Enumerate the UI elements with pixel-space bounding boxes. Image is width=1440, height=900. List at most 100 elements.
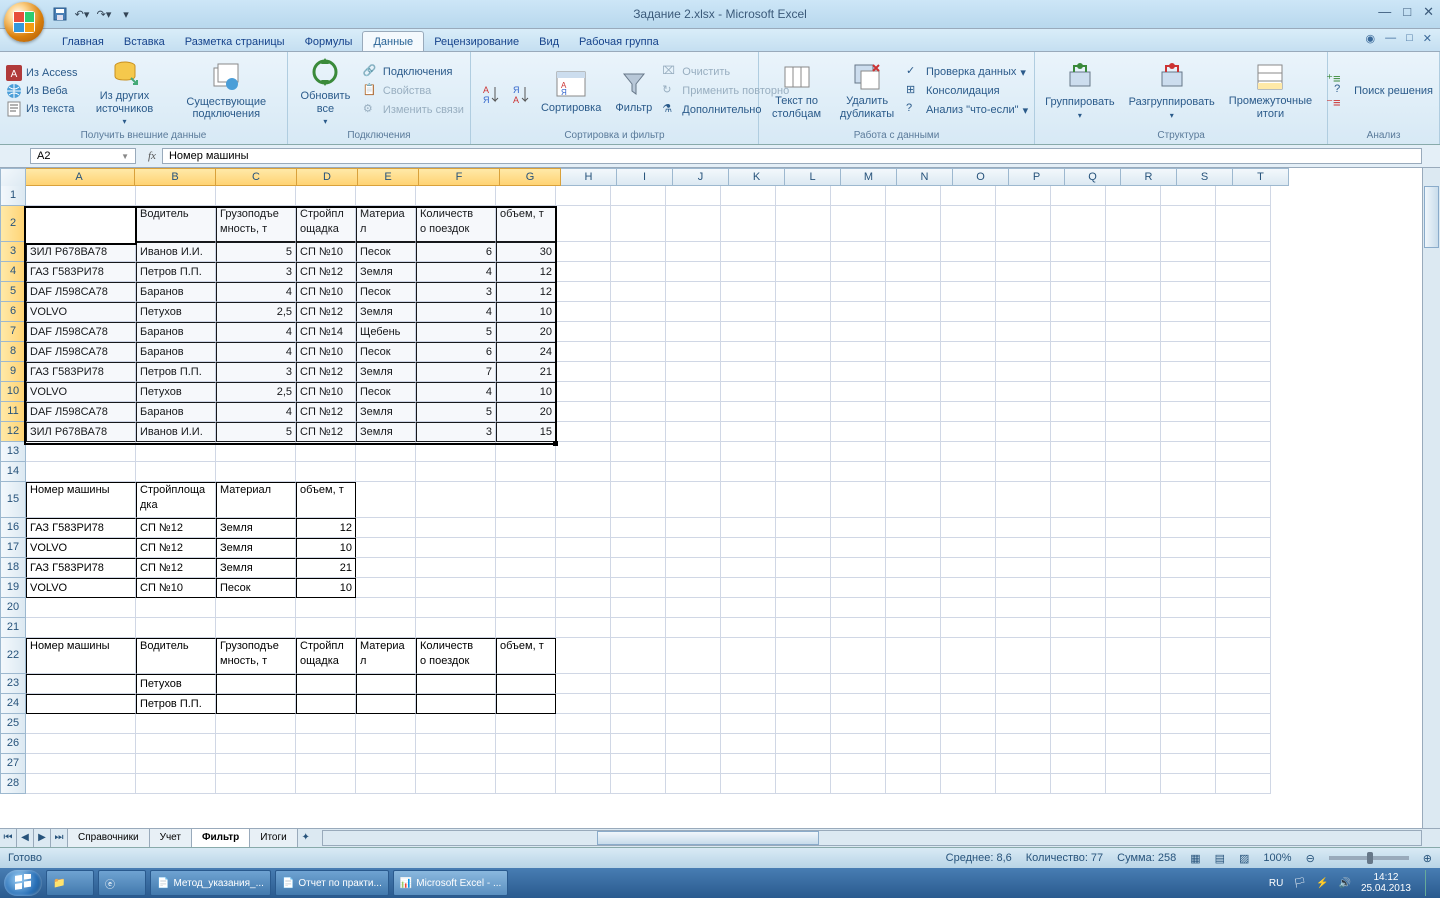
cell[interactable] bbox=[1106, 598, 1161, 618]
what-if-button[interactable]: ?Анализ "что-если" ▾ bbox=[906, 102, 1028, 118]
cell[interactable] bbox=[1106, 302, 1161, 322]
cell[interactable] bbox=[556, 558, 611, 578]
cell[interactable] bbox=[416, 674, 496, 694]
cell[interactable] bbox=[556, 442, 611, 462]
ungroup-button[interactable]: Разгруппировать▾ bbox=[1125, 60, 1219, 122]
cell[interactable] bbox=[666, 382, 721, 402]
sheet-nav-prev-icon[interactable]: ◀ bbox=[17, 829, 34, 847]
cell[interactable] bbox=[1051, 674, 1106, 694]
cell[interactable] bbox=[721, 402, 776, 422]
cell[interactable] bbox=[721, 322, 776, 342]
cell[interactable] bbox=[1216, 302, 1271, 322]
cell[interactable] bbox=[356, 482, 416, 518]
cell[interactable]: Количеств о поездок bbox=[416, 638, 496, 674]
cell[interactable] bbox=[831, 714, 886, 734]
cell[interactable] bbox=[416, 754, 496, 774]
cell[interactable] bbox=[831, 186, 886, 206]
existing-connections-button[interactable]: Существующие подключения bbox=[172, 60, 281, 123]
cell[interactable] bbox=[1106, 262, 1161, 282]
cell[interactable] bbox=[611, 774, 666, 794]
spreadsheet-grid[interactable]: ABCDEFGHIJKLMNOPQRST 12Номер машиныВодит… bbox=[0, 168, 1440, 828]
cell[interactable] bbox=[356, 186, 416, 206]
cell[interactable] bbox=[831, 598, 886, 618]
cell[interactable] bbox=[611, 362, 666, 382]
cell[interactable] bbox=[941, 362, 996, 382]
cell[interactable] bbox=[996, 482, 1051, 518]
cell[interactable] bbox=[216, 186, 296, 206]
cell[interactable] bbox=[556, 734, 611, 754]
cell[interactable] bbox=[721, 186, 776, 206]
cell[interactable] bbox=[296, 734, 356, 754]
cell[interactable]: СП №10 bbox=[296, 242, 356, 262]
cell[interactable] bbox=[416, 774, 496, 794]
cell[interactable] bbox=[1051, 442, 1106, 462]
cell[interactable] bbox=[416, 598, 496, 618]
cell[interactable]: 5 bbox=[216, 242, 296, 262]
cell[interactable] bbox=[831, 578, 886, 598]
cell[interactable] bbox=[831, 322, 886, 342]
cell[interactable] bbox=[1051, 462, 1106, 482]
cell[interactable]: Водитель bbox=[136, 206, 216, 242]
cell[interactable] bbox=[886, 262, 941, 282]
cell[interactable] bbox=[666, 186, 721, 206]
zoom-in-icon[interactable]: ⊕ bbox=[1423, 852, 1432, 865]
cell[interactable] bbox=[1161, 558, 1216, 578]
cell[interactable] bbox=[556, 186, 611, 206]
cell[interactable] bbox=[886, 774, 941, 794]
ribbon-restore-icon[interactable]: □ bbox=[1406, 32, 1413, 45]
cell[interactable] bbox=[721, 262, 776, 282]
cell[interactable] bbox=[831, 362, 886, 382]
other-sources-button[interactable]: Из других источников▾ bbox=[83, 54, 165, 128]
text-to-columns-button[interactable]: Текст по столбцам bbox=[765, 59, 828, 122]
col-header[interactable]: E bbox=[358, 168, 419, 186]
cell[interactable] bbox=[1161, 734, 1216, 754]
cell[interactable] bbox=[941, 482, 996, 518]
cell[interactable] bbox=[666, 734, 721, 754]
cell[interactable] bbox=[996, 754, 1051, 774]
ribbon-minimize-icon[interactable]: — bbox=[1385, 32, 1396, 45]
data-validation-button[interactable]: ✓Проверка данных ▾ bbox=[906, 64, 1028, 80]
cell[interactable] bbox=[941, 578, 996, 598]
cell[interactable] bbox=[776, 674, 831, 694]
cell[interactable] bbox=[216, 462, 296, 482]
col-header[interactable]: R bbox=[1121, 168, 1177, 186]
vertical-scrollbar[interactable] bbox=[1422, 168, 1440, 828]
cell[interactable] bbox=[416, 462, 496, 482]
cell[interactable] bbox=[1216, 342, 1271, 362]
cell[interactable] bbox=[1216, 462, 1271, 482]
cell[interactable] bbox=[216, 714, 296, 734]
cell[interactable] bbox=[611, 558, 666, 578]
cell[interactable] bbox=[666, 342, 721, 362]
cell[interactable] bbox=[721, 518, 776, 538]
cell[interactable] bbox=[941, 462, 996, 482]
cell[interactable] bbox=[26, 442, 136, 462]
cell[interactable] bbox=[886, 322, 941, 342]
cell[interactable] bbox=[556, 482, 611, 518]
cell[interactable] bbox=[1161, 618, 1216, 638]
cell[interactable] bbox=[941, 754, 996, 774]
ribbon-tab-3[interactable]: Формулы bbox=[295, 32, 363, 51]
show-desktop-button[interactable] bbox=[1425, 870, 1436, 896]
cell[interactable] bbox=[1106, 638, 1161, 674]
redo-icon[interactable]: ↷▾ bbox=[96, 6, 112, 22]
row-header[interactable]: 23 bbox=[0, 674, 26, 694]
cell[interactable]: Баранов bbox=[136, 282, 216, 302]
row-header[interactable]: 16 bbox=[0, 518, 26, 538]
cell[interactable] bbox=[666, 598, 721, 618]
cell[interactable] bbox=[356, 694, 416, 714]
cell[interactable] bbox=[776, 322, 831, 342]
cell[interactable]: 4 bbox=[216, 342, 296, 362]
cell[interactable] bbox=[666, 774, 721, 794]
cell[interactable] bbox=[941, 322, 996, 342]
from-web-button[interactable]: Из Веба bbox=[6, 83, 77, 99]
cell[interactable] bbox=[1216, 362, 1271, 382]
cell[interactable]: Земля bbox=[356, 262, 416, 282]
cell[interactable] bbox=[356, 734, 416, 754]
row-header[interactable]: 28 bbox=[0, 774, 26, 794]
cell[interactable] bbox=[1161, 482, 1216, 518]
cell[interactable] bbox=[721, 734, 776, 754]
cell[interactable] bbox=[26, 754, 136, 774]
cell[interactable] bbox=[356, 538, 416, 558]
cell[interactable] bbox=[496, 462, 556, 482]
cell[interactable] bbox=[611, 482, 666, 518]
